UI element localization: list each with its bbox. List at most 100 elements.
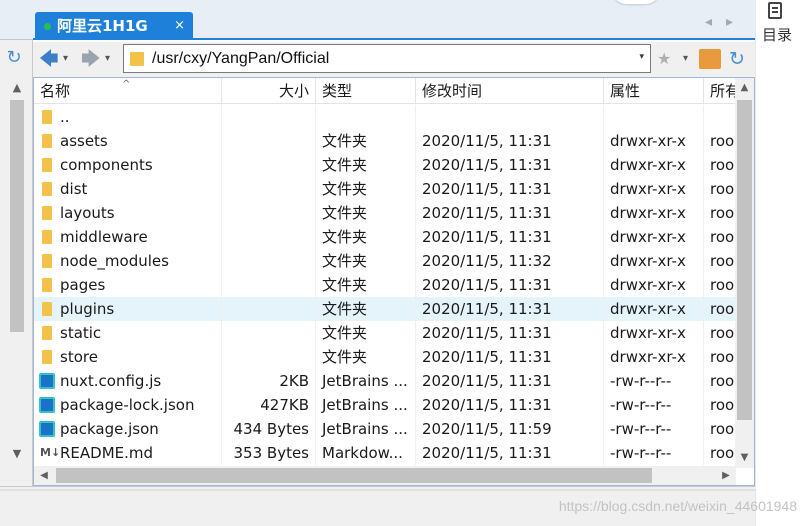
file-type: 文件夹: [316, 321, 416, 345]
file-modified: 2020/11/5, 11:31: [416, 321, 604, 345]
table-row[interactable]: static 文件夹 2020/11/5, 11:31 drwxr-xr-x roo: [34, 321, 736, 345]
file-rows: .. assets 文件夹 2020/11/5, 11:31 drwxr-xr-x roo…: [34, 105, 736, 465]
file-name-cell[interactable]: package-lock.json: [34, 393, 222, 417]
file-attributes: drwxr-xr-x: [604, 177, 704, 201]
column-header-modified[interactable]: 修改时间: [416, 78, 604, 104]
file-name-cell[interactable]: components: [34, 153, 222, 177]
back-button[interactable]: 🡄: [39, 46, 59, 72]
file-name-cell[interactable]: ..: [34, 105, 222, 129]
chevron-down-icon[interactable]: ▾: [639, 52, 644, 62]
scroll-down-icon[interactable]: ▼: [735, 448, 754, 468]
file-name: ..: [60, 108, 70, 126]
file-type: 文件夹: [316, 225, 416, 249]
file-attributes: drwxr-xr-x: [604, 201, 704, 225]
file-modified: 2020/11/5, 11:31: [416, 441, 604, 465]
file-type: JetBrains ...: [316, 417, 416, 441]
file-size: [222, 225, 316, 249]
file-type: JetBrains ...: [316, 393, 416, 417]
scroll-up-icon[interactable]: ▲: [735, 78, 754, 98]
tab-session[interactable]: 阿里云1H1G ×: [35, 12, 193, 40]
scroll-down-icon[interactable]: ▼: [6, 444, 28, 464]
file-size: [222, 177, 316, 201]
file-name-cell[interactable]: static: [34, 321, 222, 345]
tab-bar-overlay: [611, 0, 661, 4]
file-name: nuxt.config.js: [60, 372, 162, 390]
scroll-right-icon[interactable]: ▶: [716, 466, 736, 485]
file-modified: 2020/11/5, 11:31: [416, 297, 604, 321]
file-modified: 2020/11/5, 11:31: [416, 345, 604, 369]
bookmark-dropdown[interactable]: ▾: [683, 46, 688, 72]
file-type: 文件夹: [316, 273, 416, 297]
file-name-cell[interactable]: M↓ README.md: [34, 441, 222, 465]
forward-history-dropdown[interactable]: ▾: [105, 46, 110, 72]
table-row[interactable]: M↓ README.md 353 Bytes Markdow... 2020/11/5,…: [34, 441, 736, 465]
scrollbar-thumb[interactable]: [10, 100, 24, 332]
scrollbar-thumb[interactable]: [56, 468, 652, 483]
table-row[interactable]: pages 文件夹 2020/11/5, 11:31 drwxr-xr-x roo: [34, 273, 736, 297]
column-header-name[interactable]: 名称 ^: [34, 78, 222, 104]
file-size: [222, 201, 316, 225]
file-name: pages: [60, 276, 106, 294]
document-icon[interactable]: [768, 2, 782, 19]
file-size: 434 Bytes: [222, 417, 316, 441]
directory-label[interactable]: 目录: [762, 24, 792, 45]
column-header-type[interactable]: 类型: [316, 78, 416, 104]
file-name: node_modules: [60, 252, 169, 270]
file-name-cell[interactable]: nuxt.config.js: [34, 369, 222, 393]
table-row[interactable]: plugins 文件夹 2020/11/5, 11:31 drwxr-xr-x roo: [34, 297, 736, 321]
left-vertical-scrollbar[interactable]: ▲ ▼: [6, 78, 28, 464]
refresh-icon[interactable]: ↻: [729, 46, 745, 72]
file-modified: 2020/11/5, 11:31: [416, 369, 604, 393]
file-modified: 2020/11/5, 11:32: [416, 249, 604, 273]
vertical-scrollbar[interactable]: ▲ ▼: [735, 78, 754, 468]
file-name-cell[interactable]: plugins: [34, 297, 222, 321]
home-icon[interactable]: [699, 49, 721, 69]
scrollbar-thumb[interactable]: [737, 100, 752, 420]
file-name: plugins: [60, 300, 115, 318]
file-name-cell[interactable]: store: [34, 345, 222, 369]
file-type: [316, 105, 416, 129]
table-row[interactable]: layouts 文件夹 2020/11/5, 11:31 drwxr-xr-x roo: [34, 201, 736, 225]
webstorm-file-icon: [39, 397, 55, 413]
file-size: 427KB: [222, 393, 316, 417]
back-history-dropdown[interactable]: ▾: [63, 46, 68, 72]
file-modified: 2020/11/5, 11:31: [416, 225, 604, 249]
bookmark-star-icon[interactable]: ★: [657, 46, 671, 72]
file-name-cell[interactable]: middleware: [34, 225, 222, 249]
path-input[interactable]: /usr/cxy/YangPan/Official ▾: [123, 44, 651, 73]
table-row[interactable]: ..: [34, 105, 736, 129]
connection-status-icon: [44, 23, 51, 30]
table-row[interactable]: package-lock.json 427KB JetBrains ... 2020/…: [34, 393, 736, 417]
left-refresh-icon[interactable]: ↻: [3, 47, 25, 69]
table-row[interactable]: package.json 434 Bytes JetBrains ... 2020/1…: [34, 417, 736, 441]
table-row[interactable]: middleware 文件夹 2020/11/5, 11:31 drwxr-xr-x r…: [34, 225, 736, 249]
file-name-cell[interactable]: dist: [34, 177, 222, 201]
table-row[interactable]: store 文件夹 2020/11/5, 11:31 drwxr-xr-x roo: [34, 345, 736, 369]
scroll-up-icon[interactable]: ▲: [6, 78, 28, 98]
folder-icon: [42, 278, 52, 292]
file-name-cell[interactable]: node_modules: [34, 249, 222, 273]
tab-title: 阿里云1H1G: [57, 17, 148, 35]
table-row[interactable]: nuxt.config.js 2KB JetBrains ... 2020/11/5,…: [34, 369, 736, 393]
directory-panel[interactable]: 目录: [755, 0, 805, 526]
file-name: middleware: [60, 228, 148, 246]
file-type: 文件夹: [316, 297, 416, 321]
path-text[interactable]: /usr/cxy/YangPan/Official: [152, 50, 329, 68]
file-name-cell[interactable]: package.json: [34, 417, 222, 441]
table-row[interactable]: dist 文件夹 2020/11/5, 11:31 drwxr-xr-x roo: [34, 177, 736, 201]
table-row[interactable]: components 文件夹 2020/11/5, 11:31 drwxr-xr-x r…: [34, 153, 736, 177]
column-header-attributes[interactable]: 属性: [604, 78, 704, 104]
horizontal-scrollbar[interactable]: ◀ ▶: [34, 466, 736, 485]
file-name-cell[interactable]: pages: [34, 273, 222, 297]
file-attributes: -rw-r--r--: [604, 417, 704, 441]
scroll-left-icon[interactable]: ◀: [34, 466, 54, 485]
file-attributes: -rw-r--r--: [604, 393, 704, 417]
close-tab-icon[interactable]: ×: [174, 12, 185, 40]
tab-scroll-arrows-icon[interactable]: ◂▸: [705, 14, 747, 30]
file-name-cell[interactable]: assets: [34, 129, 222, 153]
table-row[interactable]: node_modules 文件夹 2020/11/5, 11:32 drwxr-xr-…: [34, 249, 736, 273]
table-row[interactable]: assets 文件夹 2020/11/5, 11:31 drwxr-xr-x roo: [34, 129, 736, 153]
file-name-cell[interactable]: layouts: [34, 201, 222, 225]
forward-button[interactable]: 🡆: [81, 46, 101, 72]
column-header-size[interactable]: 大小: [222, 78, 316, 104]
